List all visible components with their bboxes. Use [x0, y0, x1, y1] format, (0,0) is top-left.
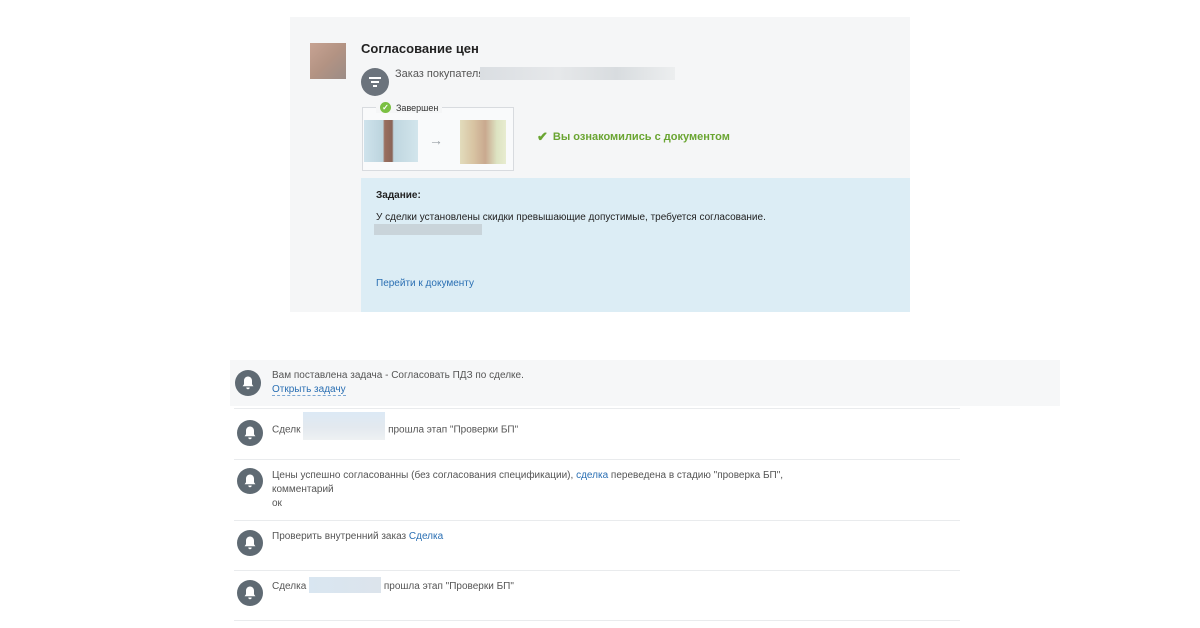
comment-value: ок — [272, 498, 282, 509]
feed-item: Вам поставлена задача - Согласовать ПДЗ … — [230, 360, 1060, 406]
go-to-document-link[interactable]: Перейти к документу — [376, 278, 474, 289]
feed-suffix: прошла этап "Проверки БП" — [388, 424, 519, 436]
feed-text: Проверить внутренний заказ Сделка — [272, 530, 443, 544]
open-task-link[interactable]: Открыть задачу — [272, 384, 346, 396]
deal-link[interactable]: сделка — [576, 470, 608, 481]
feed-part1: Цены успешно согласованны (без согласова… — [272, 470, 574, 481]
filter-icon — [361, 68, 389, 96]
feed-text: Сделка прошла этап "Проверки БП" — [272, 577, 514, 594]
task-title: Задание: — [376, 190, 421, 201]
check-icon: ✓ — [380, 102, 391, 113]
task-redacted-text — [374, 224, 482, 235]
done-message: ✔ Вы ознакомились с документом — [537, 129, 730, 145]
done-message-text: Вы ознакомились с документом — [552, 131, 730, 143]
bell-icon — [237, 420, 263, 446]
feed-text: Цены успешно согласованны (без согласова… — [272, 469, 783, 511]
divider — [234, 520, 960, 521]
divider — [234, 459, 960, 460]
bell-icon — [235, 370, 261, 396]
status-header: ✓ Завершен — [376, 102, 443, 113]
deal-name-redacted[interactable] — [303, 412, 386, 440]
arrow-right-icon: → — [429, 132, 443, 148]
bell-icon — [237, 530, 263, 556]
feed-item: Цены успешно согласованны (без согласова… — [234, 462, 960, 520]
feed-prefix: Сделка — [272, 581, 307, 593]
user-avatar[interactable] — [310, 43, 346, 79]
deal-name-redacted[interactable] — [309, 577, 382, 593]
check-icon: ✔ — [537, 129, 548, 144]
feed-part2: переведена в стадию "проверка БП", — [610, 470, 784, 481]
task-box: Задание: У сделки установлены скидки пре… — [361, 178, 910, 312]
deal-link[interactable]: Сделка — [409, 531, 443, 542]
divider — [234, 408, 960, 409]
author-avatar[interactable] — [364, 120, 418, 162]
approval-card: Согласование цен Заказ покупателя ✓ Заве… — [290, 17, 910, 312]
feed-message: Проверить внутренний заказ — [272, 531, 407, 542]
feed-prefix: Сделк — [272, 424, 301, 436]
order-label: Заказ покупателя — [395, 68, 485, 80]
status-label: Завершен — [396, 102, 439, 113]
feed-item: Проверить внутренний заказ Сделка — [234, 524, 960, 570]
order-number-redacted[interactable] — [480, 67, 675, 80]
divider — [234, 570, 960, 571]
feed-item: Сделка прошла этап "Проверки БП" — [234, 574, 960, 620]
feed-message: Вам поставлена задача - Согласовать ПДЗ … — [272, 370, 524, 381]
bell-icon — [237, 468, 263, 494]
feed-text: Сделк прошла этап "Проверки БП" — [272, 412, 519, 440]
feed-suffix: прошла этап "Проверки БП" — [383, 581, 514, 593]
comment-label: комментарий — [272, 484, 334, 495]
feed-text: Вам поставлена задача - Согласовать ПДЗ … — [272, 369, 524, 397]
card-title: Согласование цен — [361, 41, 479, 56]
task-description: У сделки установлены скидки превышающие … — [376, 212, 766, 223]
feed-item: Сделк прошла этап "Проверки БП" — [234, 412, 960, 458]
divider — [234, 620, 960, 621]
bell-icon — [237, 580, 263, 606]
responsible-avatar[interactable] — [460, 120, 506, 164]
